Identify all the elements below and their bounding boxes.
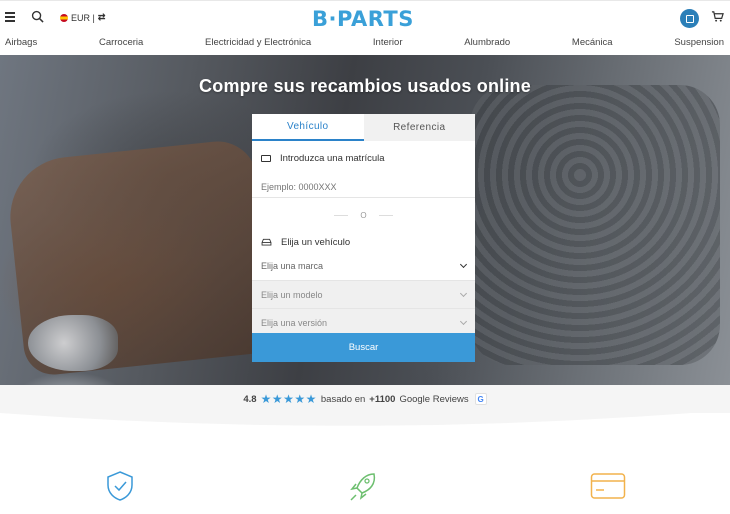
vehicle-label: Elija un vehículo [281, 236, 351, 248]
category-nav: Airbags Carroceria Electricidad y Electr… [0, 34, 730, 54]
google-icon[interactable]: G [474, 393, 487, 405]
rating-stars: ★★★★★ [260, 392, 317, 406]
reviews-text-post: Google Reviews [399, 393, 469, 405]
search-card: Vehículo Referencia Introduzca una matrí… [252, 114, 475, 336]
brand-logo[interactable]: B·PARTS [312, 7, 414, 31]
nav-item-airbags[interactable]: Airbags [5, 34, 37, 54]
shield-icon [107, 471, 133, 501]
chevron-down-icon [459, 317, 468, 325]
plate-label: Introduzca una matrícula [280, 153, 385, 164]
car-icon [261, 238, 272, 246]
nav-item-electricidad[interactable]: Electricidad y Electrónica [205, 34, 311, 54]
nav-item-suspension[interactable]: Suspension [674, 34, 724, 54]
nav-item-alumbrado[interactable]: Alumbrado [464, 34, 510, 54]
chevron-down-icon [459, 289, 468, 297]
headlight-graphic [28, 315, 118, 371]
nav-item-carroceria[interactable]: Carroceria [99, 34, 143, 54]
language-icon: ⇄ [97, 12, 106, 22]
currency-label: EUR | [71, 12, 95, 23]
vehicle-row: Elija un vehículo [252, 232, 475, 252]
reviews-bar: 4.8 ★★★★★ basado en +1100 Google Reviews… [0, 385, 730, 413]
brand-select[interactable]: Elija una marca [252, 252, 475, 280]
hero-banner: Compre sus recambios usados online Vehíc… [0, 55, 730, 385]
engine-graphic [470, 85, 720, 365]
spain-flag-icon [60, 13, 68, 22]
plate-icon [261, 155, 271, 162]
wave-divider [0, 410, 730, 426]
tab-referencia[interactable]: Referencia [363, 114, 475, 141]
cart-icon[interactable] [711, 10, 724, 23]
version-select[interactable]: Elija una versión [252, 308, 475, 336]
search-tabs: Vehículo Referencia [252, 114, 475, 141]
plate-row: Introduzca una matrícula [252, 141, 475, 176]
currency-selector[interactable]: EUR | ⇄ [60, 12, 105, 23]
tab-vehiculo[interactable]: Vehículo [252, 114, 364, 141]
rocket-icon [350, 473, 376, 501]
plate-input[interactable] [252, 176, 475, 198]
search-icon[interactable] [31, 10, 44, 23]
rating-value: 4.8 [243, 393, 257, 405]
or-separator: O [252, 198, 475, 232]
top-header: EUR | ⇄ B·PARTS [0, 0, 730, 34]
credit-card-icon [590, 473, 626, 499]
chevron-down-icon [459, 260, 468, 269]
menu-icon[interactable] [5, 12, 15, 22]
search-button[interactable]: Buscar [252, 333, 475, 362]
reviews-count: +1100 [369, 393, 396, 405]
reviews-text-pre: basado en [320, 393, 366, 405]
hero-title: Compre sus recambios usados online [199, 76, 531, 96]
account-icon[interactable] [680, 9, 699, 28]
model-select[interactable]: Elija un modelo [252, 280, 475, 308]
nav-item-interior[interactable]: Interior [373, 34, 403, 54]
nav-item-mecanica[interactable]: Mecánica [572, 34, 613, 54]
